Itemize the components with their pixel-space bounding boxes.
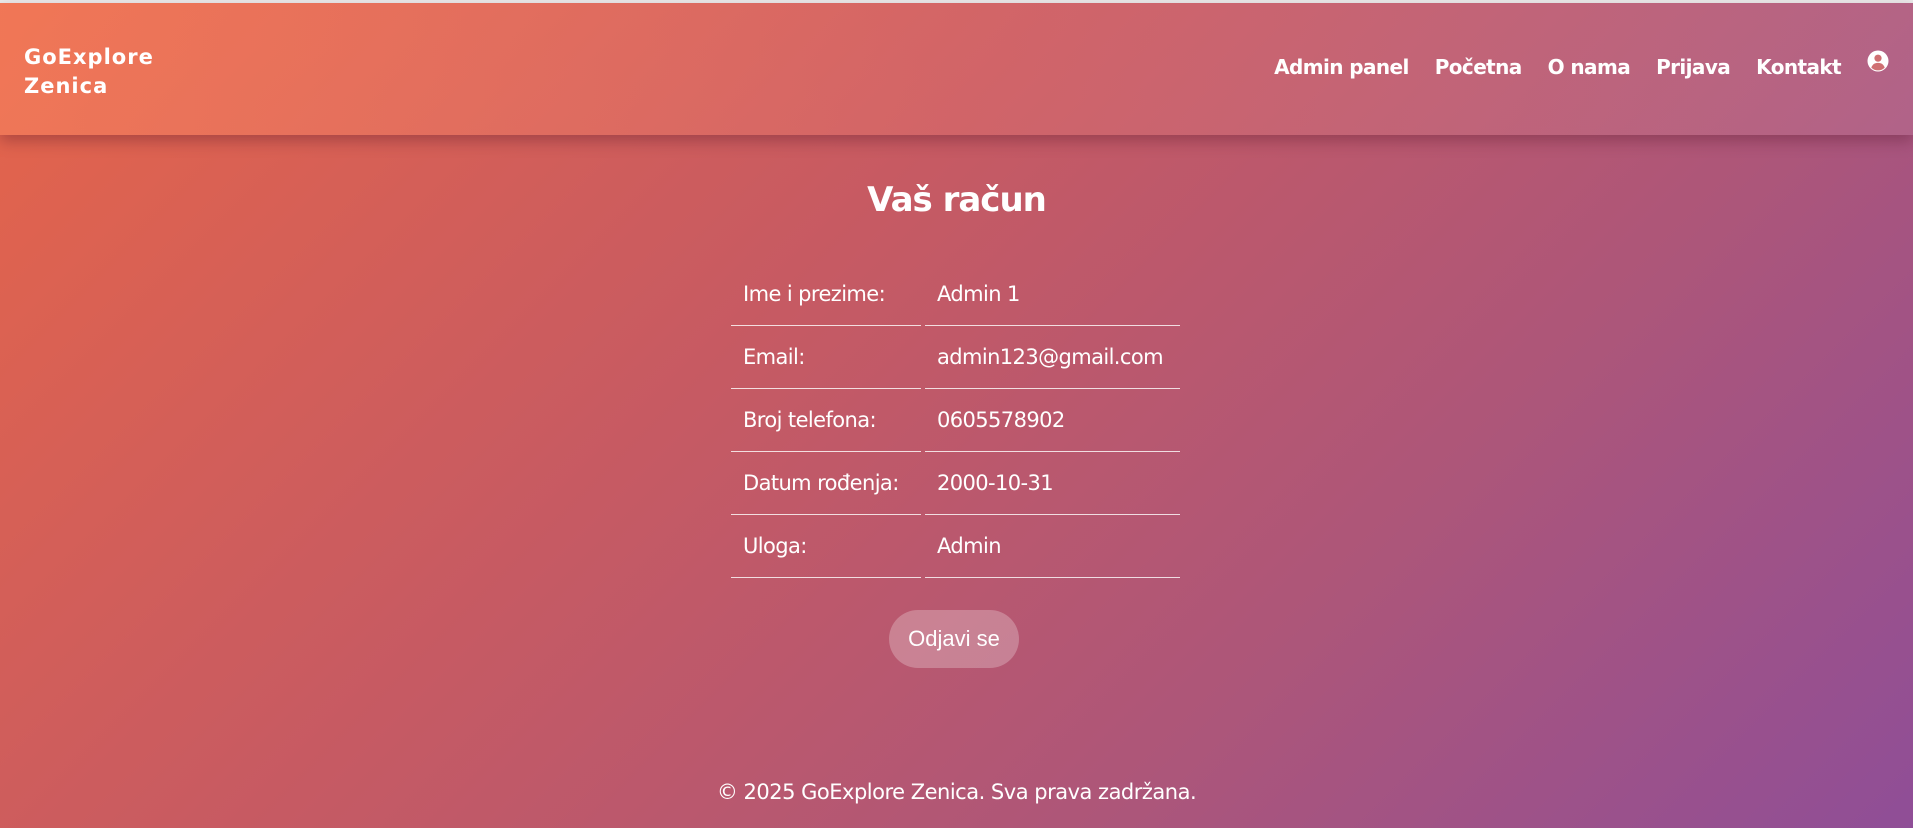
row-label: Uloga:: [731, 515, 921, 578]
row-value: Admin 1: [925, 263, 1180, 326]
table-row: Email: admin123@gmail.com: [731, 326, 1180, 389]
nav-contact[interactable]: Kontakt: [1756, 55, 1841, 79]
row-value: Admin: [925, 515, 1180, 578]
logout-button[interactable]: Odjavi se: [889, 610, 1019, 668]
main-nav: Admin panel Početna O nama Prijava Konta…: [1248, 50, 1889, 79]
footer: © 2025 GoExplore Zenica. Sva prava zadrž…: [0, 780, 1913, 804]
user-circle-icon[interactable]: [1867, 50, 1889, 72]
brand-line-1: GoExplore: [24, 45, 154, 69]
row-value: 2000-10-31: [925, 452, 1180, 515]
row-value: admin123@gmail.com: [925, 326, 1180, 389]
navbar: GoExplore Zenica Admin panel Početna O n…: [0, 3, 1913, 135]
account-details-table: Ime i prezime: Admin 1 Email: admin123@g…: [727, 263, 1184, 578]
nav-admin-panel[interactable]: Admin panel: [1274, 55, 1409, 79]
row-label: Broj telefona:: [731, 389, 921, 452]
brand-line-2: Zenica: [24, 74, 109, 98]
row-label: Email:: [731, 326, 921, 389]
table-row: Uloga: Admin: [731, 515, 1180, 578]
brand-logo[interactable]: GoExplore Zenica: [24, 43, 224, 101]
row-label: Datum rođenja:: [731, 452, 921, 515]
nav-about[interactable]: O nama: [1548, 55, 1631, 79]
row-label: Ime i prezime:: [731, 263, 921, 326]
copyright-text: © 2025 GoExplore Zenica. Sva prava zadrž…: [716, 780, 1197, 804]
row-value: 0605578902: [925, 389, 1180, 452]
table-row: Ime i prezime: Admin 1: [731, 263, 1180, 326]
table-row: Broj telefona: 0605578902: [731, 389, 1180, 452]
page-title: Vaš račun: [867, 180, 1047, 220]
nav-home[interactable]: Početna: [1435, 55, 1523, 79]
nav-login[interactable]: Prijava: [1656, 55, 1731, 79]
table-row: Datum rođenja: 2000-10-31: [731, 452, 1180, 515]
